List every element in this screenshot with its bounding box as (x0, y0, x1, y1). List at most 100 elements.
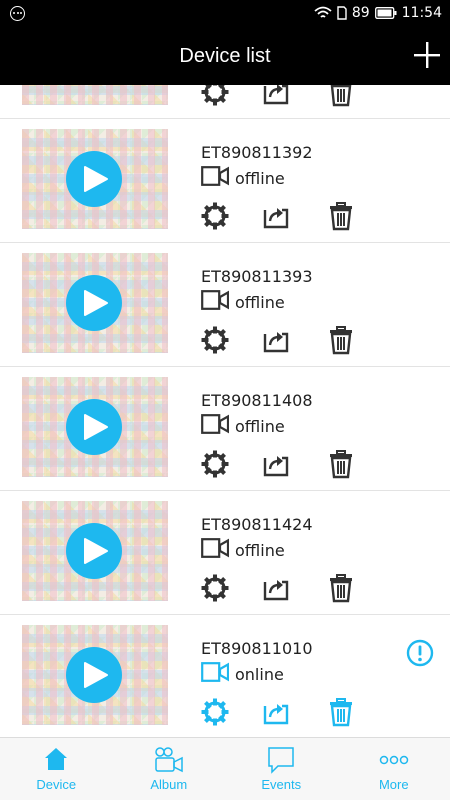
device-preview-thumbnail[interactable] (22, 625, 168, 725)
play-button[interactable] (66, 523, 122, 579)
gear-icon (200, 85, 230, 111)
device-status-text: offline (235, 416, 285, 436)
play-icon (84, 414, 108, 440)
device-row[interactable]: ET890811392 offline (0, 119, 450, 243)
play-button[interactable] (66, 647, 122, 703)
device-status: offline (201, 413, 285, 437)
play-icon (84, 662, 108, 688)
device-actions (200, 85, 360, 107)
wifi-icon (314, 6, 332, 18)
trash-icon (326, 202, 356, 235)
share-icon (261, 456, 291, 483)
add-device-button[interactable] (412, 40, 442, 70)
device-status-text: offline (235, 540, 285, 560)
device-preview-thumbnail[interactable] (22, 85, 168, 105)
tab-more-label: More (378, 777, 409, 792)
battery-icon (374, 7, 397, 19)
trash-icon (326, 574, 356, 607)
delete-button[interactable] (326, 697, 356, 727)
trash-icon (326, 326, 356, 359)
gear-icon (200, 326, 230, 359)
settings-button[interactable] (200, 325, 230, 355)
video-camera-icon (155, 747, 183, 773)
tab-more[interactable]: More (338, 738, 450, 800)
share-icon (261, 208, 291, 235)
share-button[interactable] (261, 449, 291, 479)
device-name: ET890811392 (201, 143, 313, 162)
tab-album[interactable]: Album (113, 738, 226, 800)
delete-button[interactable] (326, 85, 356, 107)
battery-level: 89 (351, 5, 370, 21)
share-button[interactable] (261, 201, 291, 231)
device-name: ET890811010 (201, 639, 313, 658)
play-icon (84, 290, 108, 316)
alert-button[interactable] (406, 639, 434, 667)
share-button[interactable] (261, 697, 291, 727)
camera-icon (201, 537, 230, 563)
device-row[interactable] (0, 85, 450, 119)
clock: 11:54 (401, 5, 442, 21)
tab-device[interactable]: Device (0, 738, 113, 800)
share-button[interactable] (261, 325, 291, 355)
device-preview-thumbnail[interactable] (22, 129, 168, 229)
device-actions (200, 573, 360, 603)
play-button[interactable] (66, 275, 122, 331)
device-row[interactable]: ET890811424 offline (0, 491, 450, 615)
device-row[interactable]: ET890811010 online (0, 615, 450, 737)
gear-icon (200, 450, 230, 483)
app-screen: 89 11:54 Device list ET890811392 offline… (0, 0, 450, 800)
settings-button[interactable] (200, 449, 230, 479)
trash-icon (326, 85, 356, 111)
delete-button[interactable] (326, 573, 356, 603)
gear-icon (200, 574, 230, 607)
device-status: offline (201, 165, 285, 191)
tab-device-label: Device (36, 777, 77, 792)
header-bar: Device list (0, 28, 450, 85)
device-actions (200, 201, 360, 231)
bottom-tab-bar: Device Album Events More (0, 737, 450, 800)
settings-button[interactable] (200, 697, 230, 727)
camera-icon (201, 289, 230, 315)
share-icon (261, 332, 291, 359)
trash-icon (326, 450, 356, 483)
settings-button[interactable] (200, 573, 230, 603)
share-icon (261, 580, 291, 607)
device-list[interactable]: ET890811392 offline ET890811393 offline … (0, 85, 450, 737)
device-name: ET890811424 (201, 515, 313, 534)
device-preview-thumbnail[interactable] (22, 501, 168, 601)
share-button[interactable] (261, 573, 291, 603)
delete-button[interactable] (326, 201, 356, 231)
device-status-text: online (235, 664, 284, 684)
play-icon (84, 538, 108, 564)
status-indicators: 89 11:54 (314, 5, 442, 21)
page-title: Device list (179, 45, 271, 67)
sim-icon (337, 6, 347, 20)
device-preview-thumbnail[interactable] (22, 253, 168, 353)
device-actions (200, 325, 360, 355)
device-preview-thumbnail[interactable] (22, 377, 168, 477)
trash-icon (326, 698, 356, 731)
play-icon (84, 166, 108, 192)
message-icon (268, 747, 294, 774)
delete-button[interactable] (326, 449, 356, 479)
device-actions (200, 449, 360, 479)
device-status: offline (201, 289, 285, 315)
delete-button[interactable] (326, 325, 356, 355)
share-icon (261, 85, 291, 111)
play-button[interactable] (66, 151, 122, 207)
play-button[interactable] (66, 399, 122, 455)
device-row[interactable]: ET890811408 offline (0, 367, 450, 491)
tab-events[interactable]: Events (225, 738, 338, 800)
share-button[interactable] (261, 85, 291, 107)
camera-icon (201, 165, 230, 191)
plus-icon (414, 42, 440, 68)
gear-icon (200, 202, 230, 235)
settings-button[interactable] (200, 85, 230, 107)
device-status-text: offline (235, 168, 285, 188)
status-bar: 89 11:54 (0, 0, 450, 28)
tab-events-label: Events (261, 777, 302, 792)
device-status: offline (201, 537, 285, 563)
settings-button[interactable] (200, 201, 230, 231)
device-name: ET890811393 (201, 267, 313, 286)
device-row[interactable]: ET890811393 offline (0, 243, 450, 367)
